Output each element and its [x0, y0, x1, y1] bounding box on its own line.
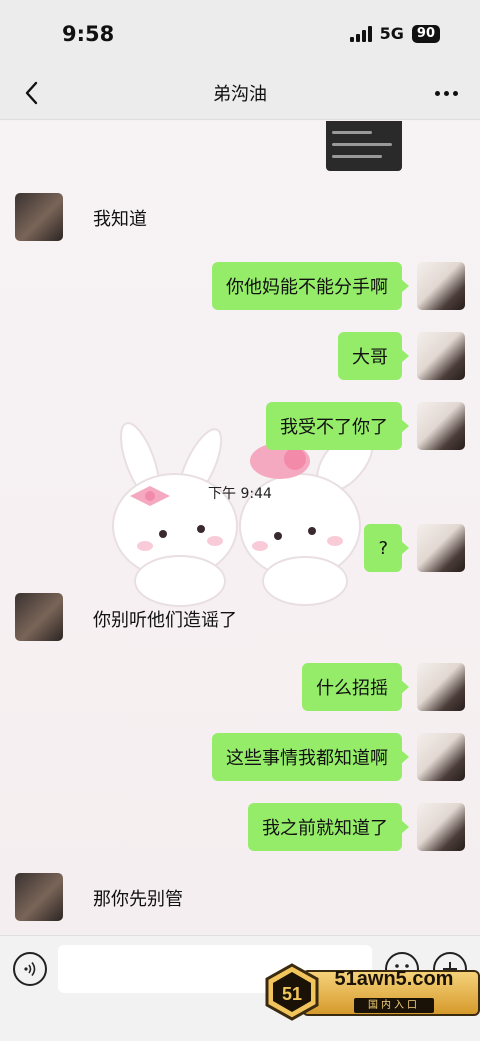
watermark-badge-icon: 51 [265, 963, 319, 1021]
watermark-text: 51awn5.com [334, 968, 454, 990]
network-type: 5G [379, 24, 404, 43]
message-bubble-sent[interactable]: 我之前就知道了 [248, 803, 409, 851]
message-bubble-sent[interactable]: 这些事情我都知道啊 [212, 733, 409, 781]
message-bubble-sent[interactable]: 我受不了你了 [266, 402, 409, 450]
image-message-thumbnail[interactable] [326, 121, 402, 171]
message-bubble-sent[interactable]: 大哥 [338, 332, 409, 380]
chat-header: 弟沟油 [0, 66, 480, 120]
more-dot [443, 90, 449, 96]
message-bubble-sent[interactable]: 你他妈能不能分手啊 [212, 262, 409, 310]
signal-icon [349, 25, 372, 42]
self-avatar[interactable] [417, 332, 465, 380]
more-dots-icon [434, 90, 440, 96]
contact-avatar[interactable] [15, 873, 63, 921]
self-avatar[interactable] [417, 524, 465, 572]
self-avatar[interactable] [417, 733, 465, 781]
message-text: 你别听他们造谣了 [93, 610, 237, 631]
status-bar: 9:58 5G 90 [0, 0, 480, 66]
status-indicators: 5G 90 [349, 24, 440, 43]
svg-text:51: 51 [282, 984, 302, 1004]
message-bubble-sent[interactable]: 什么招摇 [302, 663, 409, 711]
more-dot [452, 90, 458, 96]
voice-input-button[interactable] [13, 952, 47, 986]
battery-icon: 90 [411, 24, 440, 43]
voice-icon [24, 962, 36, 976]
self-avatar[interactable] [417, 262, 465, 310]
watermark-subtext: 国内入口 [354, 998, 434, 1013]
message-bubble-sent[interactable]: ? [364, 524, 409, 572]
self-avatar[interactable] [417, 663, 465, 711]
status-time: 9:58 [62, 22, 115, 46]
message-text: 我知道 [93, 209, 147, 230]
self-avatar[interactable] [417, 803, 465, 851]
message-text: 那你先别管 [93, 889, 183, 910]
site-watermark: 51 51awn5.com 国内入口 [262, 962, 480, 1022]
message-timestamp: 下午 9:44 [208, 486, 272, 502]
contact-avatar[interactable] [15, 193, 63, 241]
chat-history[interactable]: 我知道 你他妈能不能分手啊 大哥 我受不了你了 下午 9:44 ? 你别听他们造… [0, 121, 480, 935]
chat-title: 弟沟油 [213, 84, 267, 105]
contact-avatar[interactable] [15, 593, 63, 641]
more-options-button[interactable] [426, 76, 466, 110]
self-avatar[interactable] [417, 402, 465, 450]
